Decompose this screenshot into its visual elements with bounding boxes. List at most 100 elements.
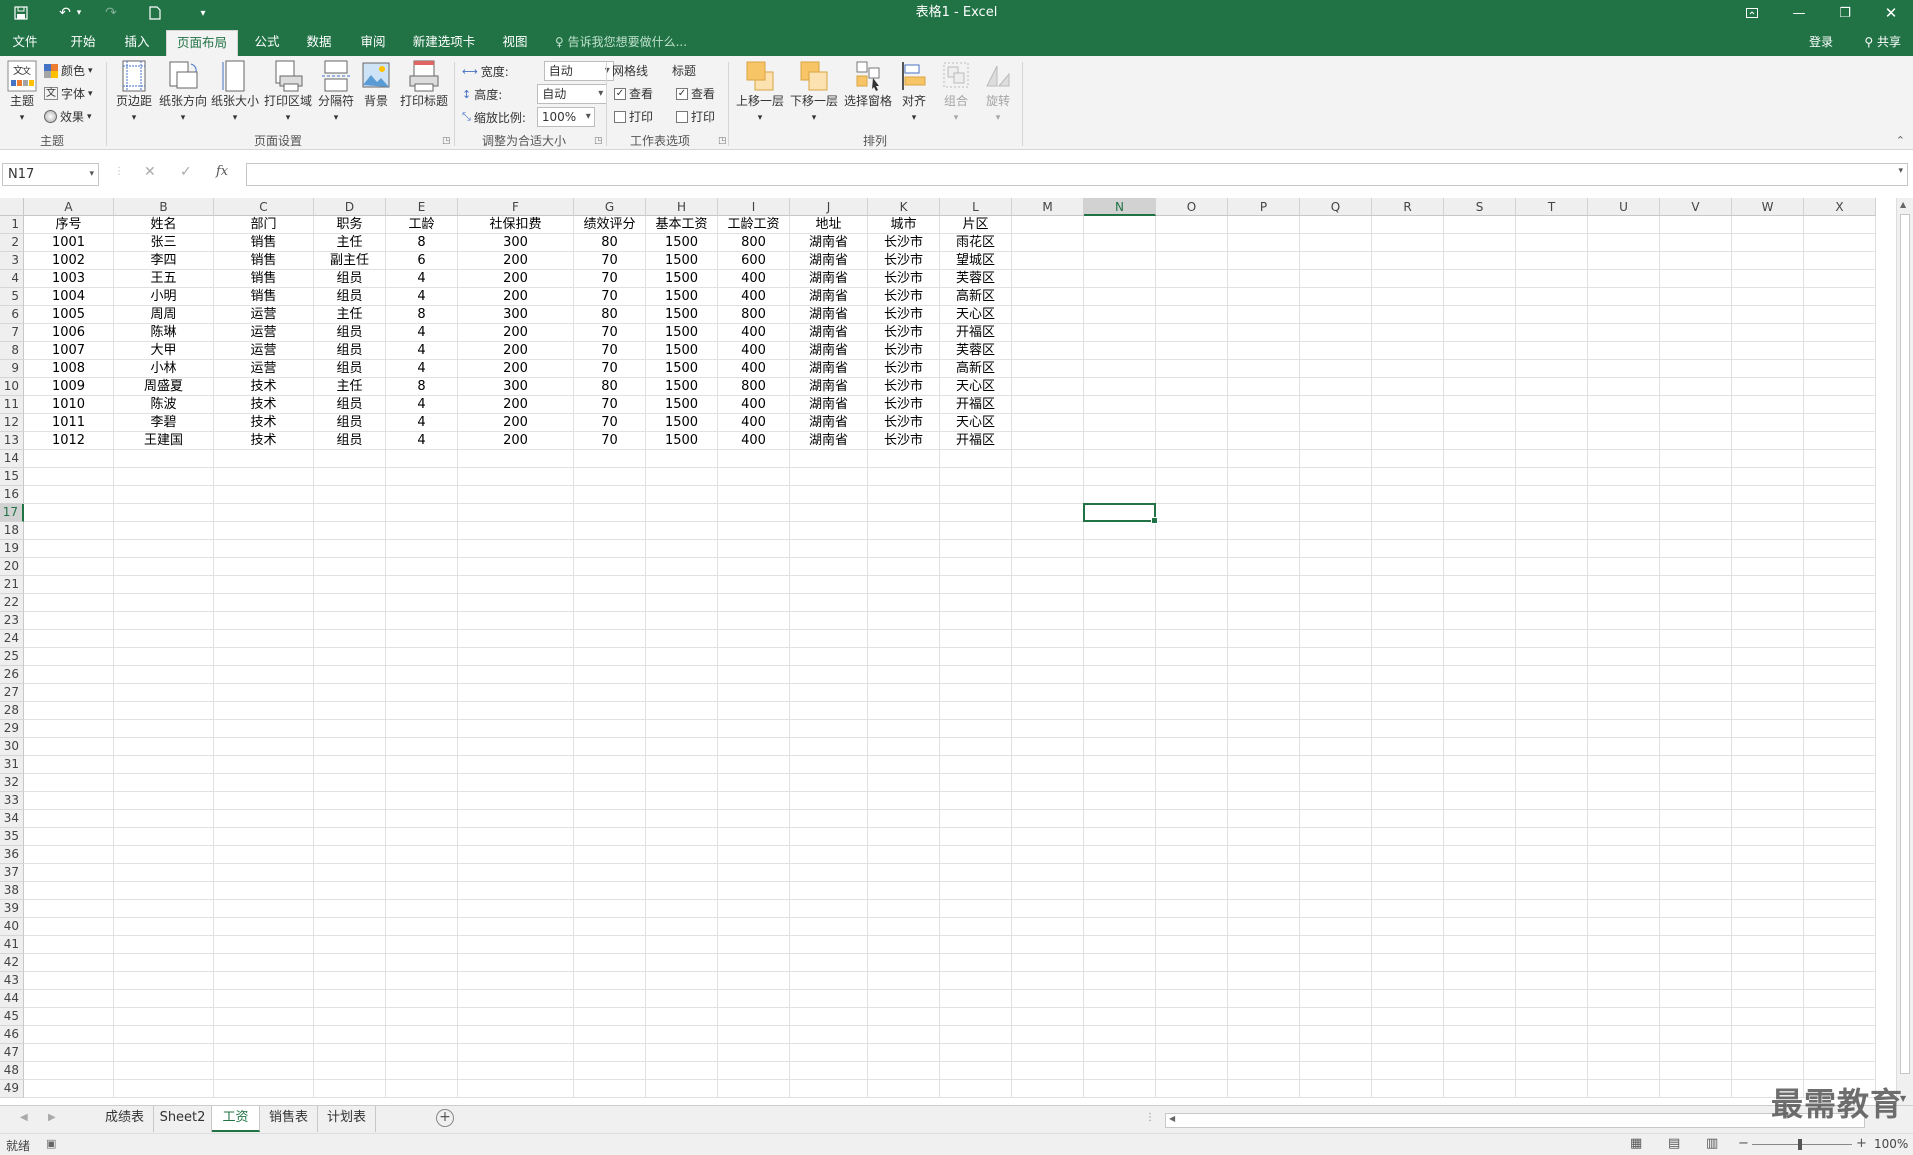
grid-cell[interactable]	[1588, 432, 1660, 450]
grid-cell[interactable]	[1804, 522, 1876, 540]
close-icon[interactable]: ✕	[1868, 0, 1913, 26]
grid-cell[interactable]	[1084, 702, 1156, 720]
grid-cell[interactable]	[386, 1062, 458, 1080]
grid-cell[interactable]	[1228, 378, 1300, 396]
grid-cell[interactable]	[646, 594, 718, 612]
login-link[interactable]: 登录	[1809, 30, 1833, 54]
grid-cell[interactable]	[1804, 252, 1876, 270]
grid-cell[interactable]	[790, 972, 868, 990]
grid-cell[interactable]	[1732, 648, 1804, 666]
grid-cell[interactable]	[1588, 990, 1660, 1008]
column-header-A[interactable]: A	[24, 198, 114, 216]
grid-cell[interactable]	[1444, 810, 1516, 828]
grid-cell[interactable]	[1660, 558, 1732, 576]
grid-cell[interactable]	[1012, 918, 1084, 936]
header-cell[interactable]: 基本工资	[646, 216, 718, 234]
grid-cell[interactable]	[1732, 1008, 1804, 1026]
grid-cell[interactable]	[574, 1044, 646, 1062]
grid-cell[interactable]	[24, 504, 114, 522]
grid-cell[interactable]	[1228, 216, 1300, 234]
grid-cell[interactable]	[1660, 648, 1732, 666]
grid-cell[interactable]	[1516, 450, 1588, 468]
grid-cell[interactable]: 天心区	[940, 378, 1012, 396]
grid-cell[interactable]	[386, 1026, 458, 1044]
grid-cell[interactable]: 1009	[24, 378, 114, 396]
grid-cell[interactable]: 运营	[214, 324, 314, 342]
grid-cell[interactable]: 开福区	[940, 432, 1012, 450]
grid-cell[interactable]: 组员	[314, 324, 386, 342]
row-header[interactable]: 36	[0, 846, 24, 864]
grid-cell[interactable]	[1660, 576, 1732, 594]
grid-cell[interactable]	[868, 918, 940, 936]
grid-cell[interactable]	[1228, 666, 1300, 684]
normal-view-icon[interactable]: ▦	[1630, 1136, 1642, 1151]
grid-cell[interactable]	[1732, 378, 1804, 396]
grid-cell[interactable]	[114, 936, 214, 954]
grid-cell[interactable]	[1012, 1008, 1084, 1026]
grid-cell[interactable]	[1804, 576, 1876, 594]
grid-cell[interactable]: 长沙市	[868, 324, 940, 342]
grid-cell[interactable]	[868, 1026, 940, 1044]
grid-cell[interactable]	[1012, 432, 1084, 450]
grid-cell[interactable]	[314, 630, 386, 648]
grid-cell[interactable]	[1084, 864, 1156, 882]
grid-cell[interactable]: 主任	[314, 378, 386, 396]
grid-cell[interactable]	[114, 702, 214, 720]
grid-cell[interactable]	[114, 1080, 214, 1098]
grid-cell[interactable]	[458, 594, 574, 612]
grid-cell[interactable]: 组员	[314, 414, 386, 432]
grid-cell[interactable]	[1300, 666, 1372, 684]
grid-cell[interactable]	[646, 720, 718, 738]
grid-cell[interactable]	[1372, 360, 1444, 378]
grid-cell[interactable]: 组员	[314, 432, 386, 450]
save-icon[interactable]	[8, 0, 34, 26]
grid-cell[interactable]	[868, 954, 940, 972]
grid-cell[interactable]	[790, 1008, 868, 1026]
grid-cell[interactable]: 长沙市	[868, 270, 940, 288]
grid-cell[interactable]: 400	[718, 342, 790, 360]
grid-cell[interactable]	[718, 702, 790, 720]
grid-cell[interactable]	[1804, 990, 1876, 1008]
grid-cell[interactable]	[790, 864, 868, 882]
grid-cell[interactable]	[718, 846, 790, 864]
grid-cell[interactable]	[314, 1062, 386, 1080]
grid-cell[interactable]: 200	[458, 270, 574, 288]
grid-cell[interactable]	[718, 900, 790, 918]
grid-cell[interactable]	[1804, 378, 1876, 396]
grid-cell[interactable]	[1804, 504, 1876, 522]
grid-cell[interactable]	[1516, 954, 1588, 972]
grid-cell[interactable]	[1444, 1062, 1516, 1080]
grid-cell[interactable]	[314, 810, 386, 828]
grid-cell[interactable]	[718, 936, 790, 954]
sheet-options-launcher-icon[interactable]: ◳	[718, 136, 727, 146]
grid-cell[interactable]	[1660, 918, 1732, 936]
grid-cell[interactable]	[1300, 810, 1372, 828]
grid-cell[interactable]	[718, 810, 790, 828]
grid-cell[interactable]	[1012, 594, 1084, 612]
theme-fonts-button[interactable]: 文 字体 ▾	[44, 85, 93, 102]
grid-cell[interactable]	[1804, 288, 1876, 306]
grid-cell[interactable]	[790, 540, 868, 558]
grid-cell[interactable]	[1228, 1026, 1300, 1044]
column-header-Q[interactable]: Q	[1300, 198, 1372, 216]
grid-cell[interactable]	[214, 486, 314, 504]
grid-cell[interactable]	[1012, 630, 1084, 648]
grid-cell[interactable]: 湖南省	[790, 288, 868, 306]
column-header-E[interactable]: E	[386, 198, 458, 216]
grid-cell[interactable]: 8	[386, 378, 458, 396]
grid-cell[interactable]	[940, 918, 1012, 936]
grid-cell[interactable]	[1804, 540, 1876, 558]
grid-cell[interactable]	[1156, 234, 1228, 252]
grid-cell[interactable]	[1660, 1026, 1732, 1044]
grid-cell[interactable]: 长沙市	[868, 378, 940, 396]
grid-cell[interactable]	[718, 486, 790, 504]
grid-cell[interactable]	[1156, 612, 1228, 630]
grid-cell[interactable]	[1444, 252, 1516, 270]
header-cell[interactable]: 地址	[790, 216, 868, 234]
header-cell[interactable]: 部门	[214, 216, 314, 234]
grid-cell[interactable]	[1516, 612, 1588, 630]
grid-cell[interactable]	[24, 972, 114, 990]
grid-cell[interactable]	[1372, 936, 1444, 954]
grid-cell[interactable]	[214, 666, 314, 684]
customize-toolbar-icon[interactable]: ▾	[190, 0, 216, 26]
